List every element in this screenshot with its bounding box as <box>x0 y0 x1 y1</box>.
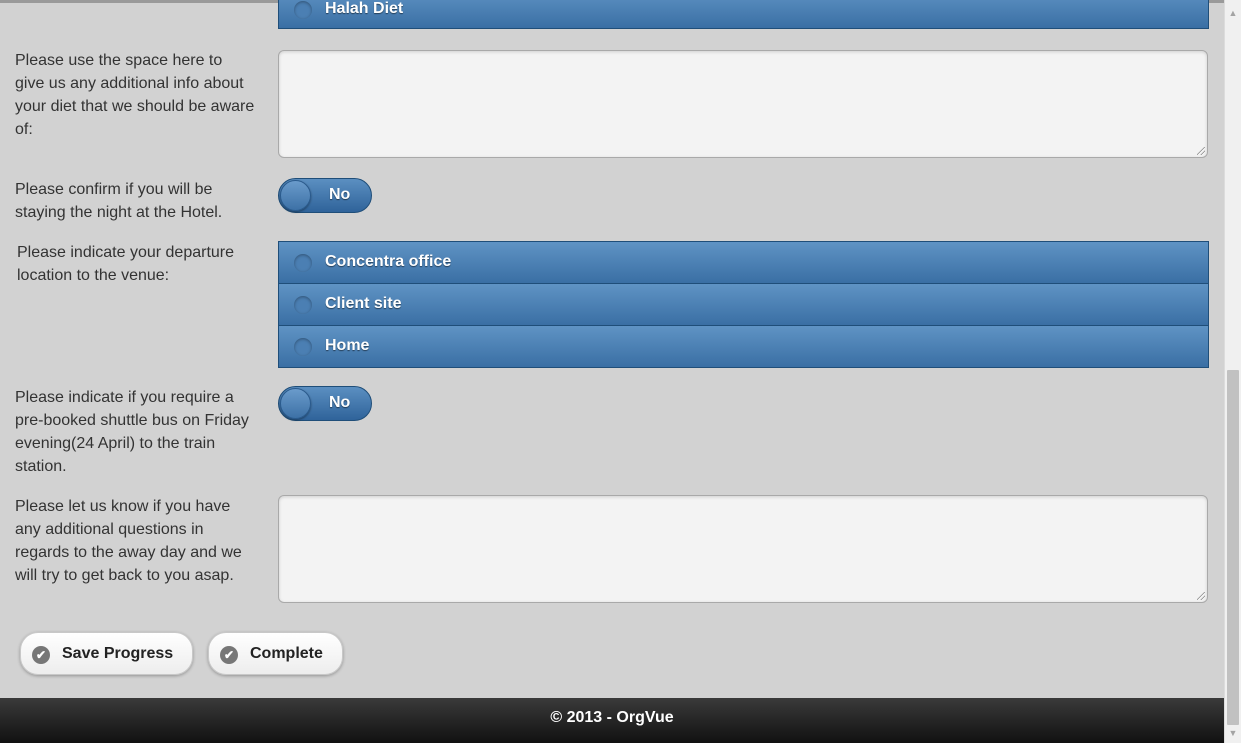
departure-option-label: Concentra office <box>325 253 452 270</box>
radio-unchecked-icon <box>294 1 312 19</box>
questions-label: Please let us know if you have any addit… <box>15 498 242 584</box>
hotel-toggle[interactable]: No <box>278 178 372 213</box>
complete-button[interactable]: ✔ Complete <box>208 632 343 675</box>
departure-option-label: Client site <box>325 295 402 312</box>
departure-radio-group: Concentra office Client site Home <box>278 241 1209 368</box>
toggle-knob[interactable] <box>280 388 311 419</box>
shuttle-label: Please indicate if you require a pre-boo… <box>15 389 249 475</box>
scroll-up-arrow-icon[interactable]: ▲ <box>1228 8 1238 18</box>
scroll-down-arrow-icon[interactable]: ▼ <box>1228 728 1238 738</box>
diet-option-label: Halah Diet <box>325 0 404 17</box>
vertical-scrollbar[interactable]: ▲ ▼ <box>1224 0 1241 743</box>
page-footer: © 2013 - OrgVue <box>0 698 1224 743</box>
departure-label: Please indicate your departure location … <box>17 244 235 284</box>
complete-label: Complete <box>250 645 323 662</box>
departure-option-concentra-office[interactable]: Concentra office <box>278 241 1209 284</box>
shuttle-toggle[interactable]: No <box>278 386 372 421</box>
hotel-toggle-value: No <box>329 186 351 203</box>
departure-option-home[interactable]: Home <box>278 325 1209 368</box>
check-icon: ✔ <box>32 646 50 664</box>
diet-info-label: Please use the space here to give us any… <box>15 52 255 138</box>
check-icon: ✔ <box>220 646 238 664</box>
save-progress-button[interactable]: ✔ Save Progress <box>20 632 193 675</box>
survey-form: Halah Diet Please use the space here to … <box>0 0 1224 698</box>
radio-unchecked-icon <box>294 296 312 314</box>
diet-info-textarea[interactable] <box>278 50 1208 158</box>
toggle-knob[interactable] <box>280 180 311 211</box>
departure-option-client-site[interactable]: Client site <box>278 283 1209 326</box>
questions-textarea[interactable] <box>278 495 1208 603</box>
hotel-label: Please confirm if you will be staying th… <box>15 181 223 221</box>
save-progress-label: Save Progress <box>62 645 174 662</box>
shuttle-toggle-value: No <box>329 394 351 411</box>
diet-option-halah[interactable]: Halah Diet <box>278 0 1209 29</box>
scrollbar-thumb[interactable] <box>1227 370 1239 725</box>
resize-grip-icon[interactable] <box>1197 147 1205 155</box>
departure-option-label: Home <box>325 337 370 354</box>
radio-unchecked-icon <box>294 254 312 272</box>
resize-grip-icon[interactable] <box>1197 592 1205 600</box>
radio-unchecked-icon <box>294 338 312 356</box>
copyright-text: © 2013 - OrgVue <box>550 709 674 726</box>
diet-radio-group: Halah Diet <box>278 0 1209 29</box>
